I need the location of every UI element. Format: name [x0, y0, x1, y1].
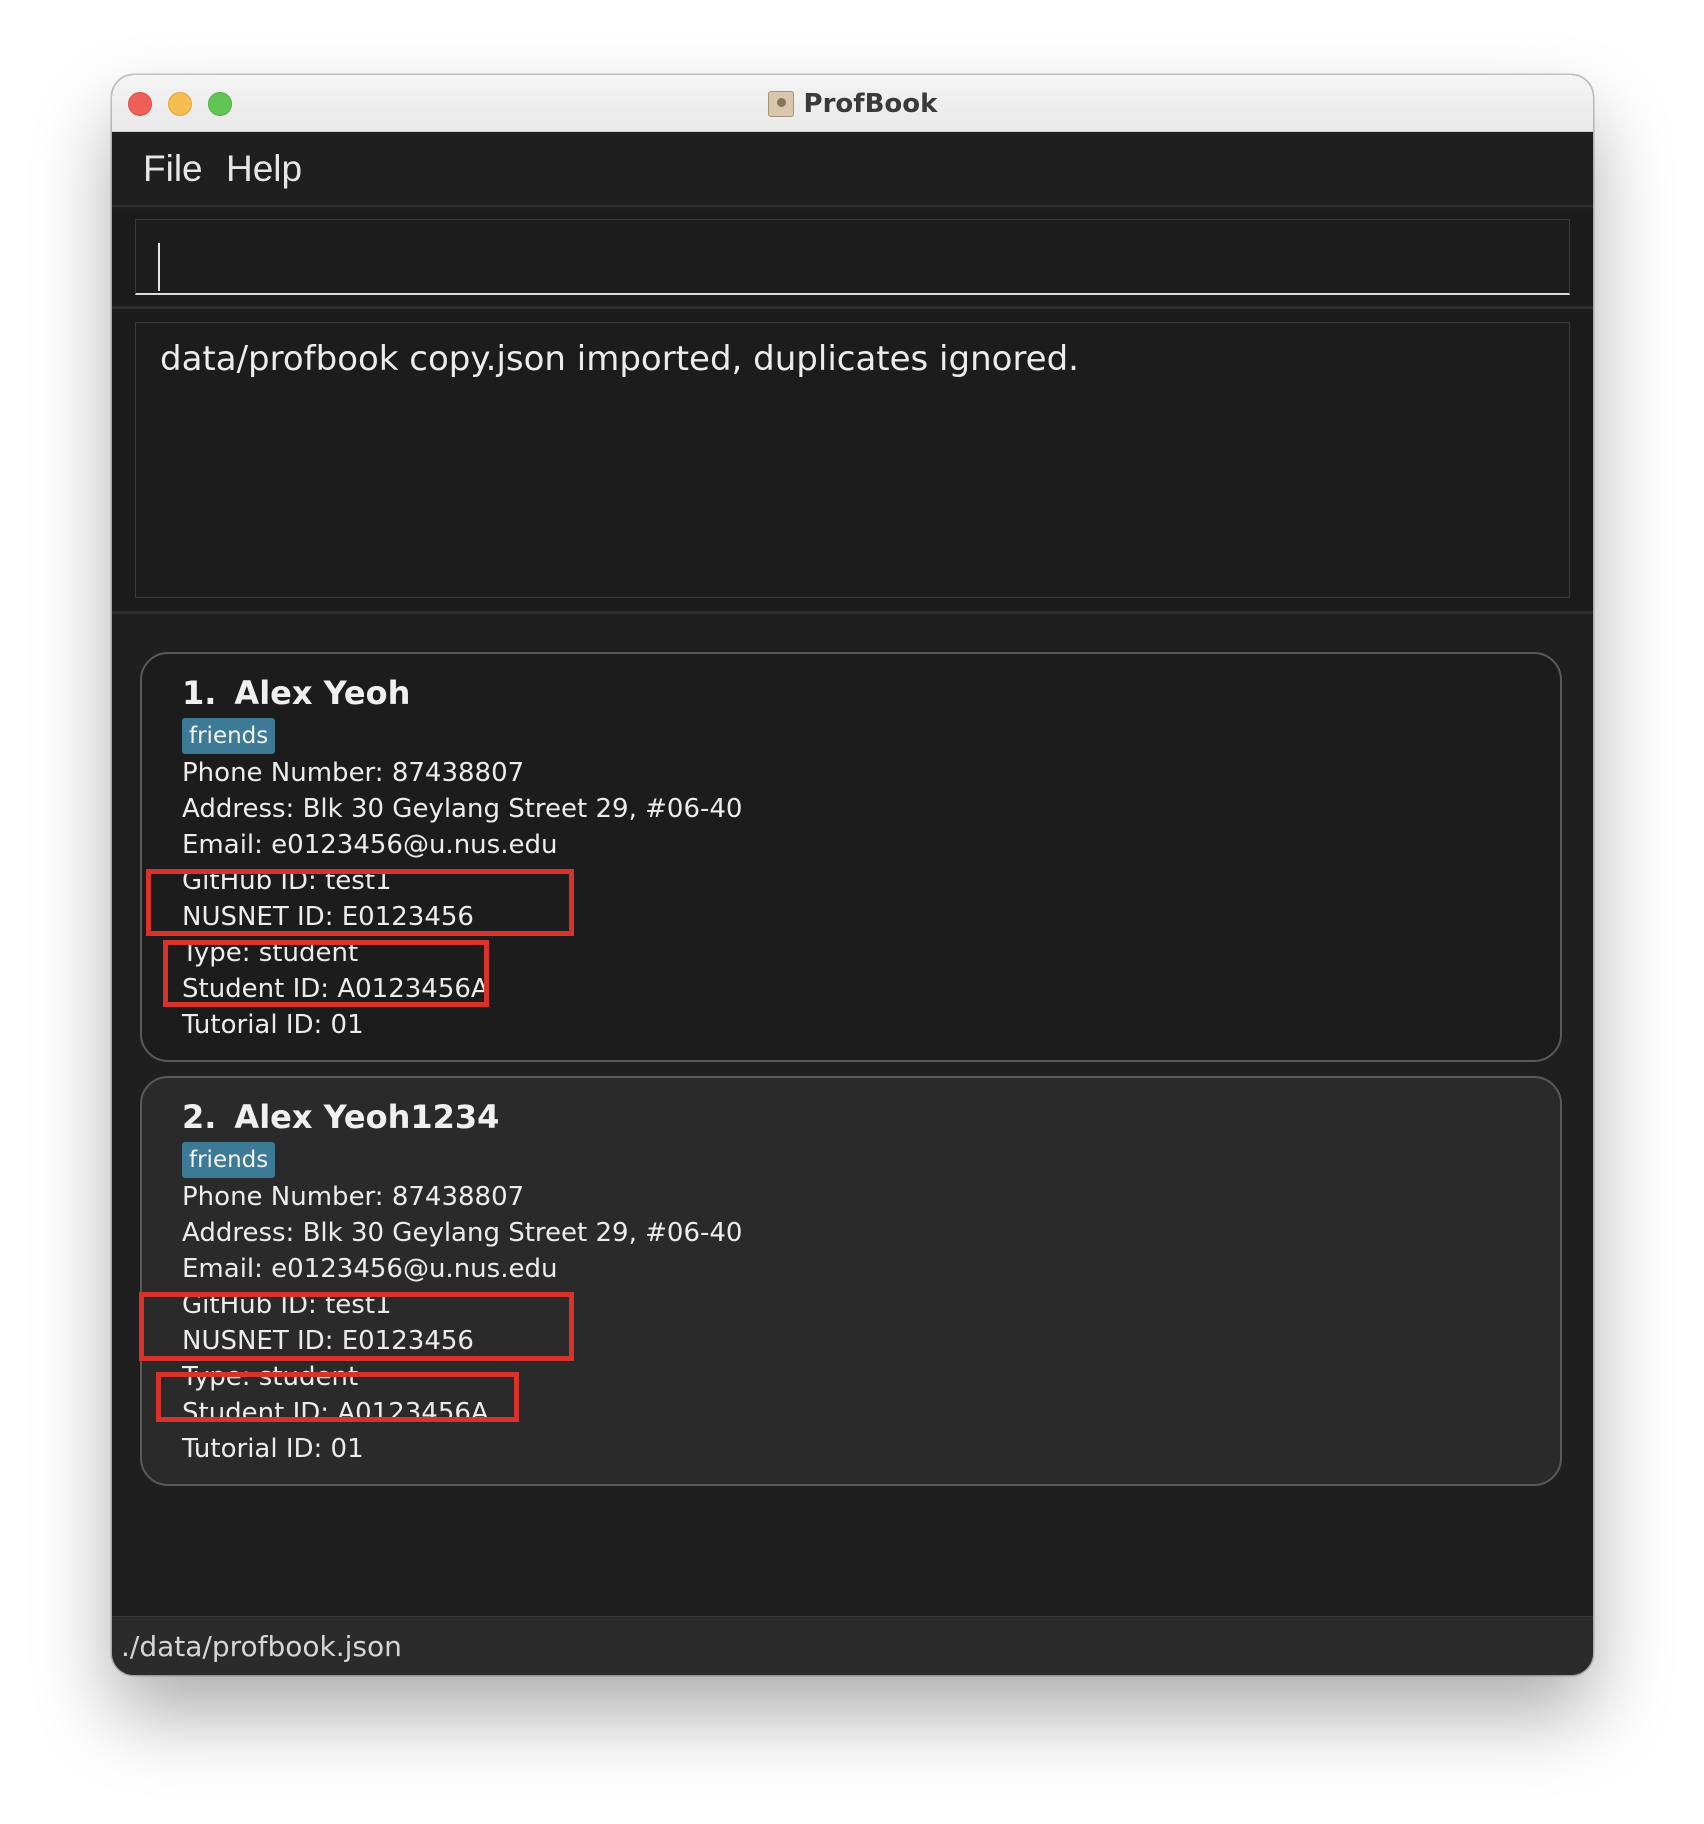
person-index: 2. [182, 1098, 217, 1136]
tutorial-id-field: Tutorial ID: 01 [182, 1010, 364, 1040]
status-bar: ./data/profbook.json [112, 1616, 1593, 1675]
person-list[interactable]: 1. Alex Yeoh friends Phone Number: 87438… [112, 617, 1593, 1617]
person-name: Alex Yeoh [234, 674, 411, 712]
person-card[interactable]: 2. Alex Yeoh1234 friends Phone Number: 8… [140, 1076, 1562, 1486]
phone-field: Phone Number: 87438807 [182, 758, 525, 788]
menu-bar: File Help [112, 132, 1593, 207]
tag-badge: friends [182, 1142, 276, 1178]
result-message: data/profbook copy.json imported, duplic… [160, 339, 1079, 379]
person-name: Alex Yeoh1234 [234, 1098, 500, 1136]
title-group: ProfBook [112, 75, 1593, 132]
command-box-area [112, 209, 1593, 309]
window-title: ProfBook [803, 88, 938, 119]
command-input[interactable] [135, 219, 1570, 295]
person-index: 1. [182, 674, 217, 712]
tag-badge: friends [182, 718, 276, 754]
person-card-title: 1. Alex Yeoh [182, 674, 410, 712]
tutorial-id-field: Tutorial ID: 01 [182, 1434, 364, 1464]
highlight-box-email-2 [139, 1292, 574, 1361]
highlight-box-nusnet-1 [163, 940, 489, 1007]
save-file-path: ./data/profbook.json [121, 1630, 402, 1663]
result-display-area: data/profbook copy.json imported, duplic… [112, 312, 1593, 614]
app-window: ProfBook File Help data/profbook copy.js… [112, 75, 1593, 1675]
address-field: Address: Blk 30 Geylang Street 29, #06-4… [182, 794, 743, 824]
email-field: Email: e0123456@u.nus.edu [182, 1254, 558, 1284]
menu-help[interactable]: Help [226, 148, 302, 190]
email-field: Email: e0123456@u.nus.edu [182, 830, 558, 860]
menu-file[interactable]: File [143, 148, 203, 190]
text-cursor [158, 243, 160, 291]
app-icon [767, 90, 794, 117]
phone-field: Phone Number: 87438807 [182, 1182, 525, 1212]
highlight-box-email-1 [146, 869, 574, 936]
person-card-title: 2. Alex Yeoh1234 [182, 1098, 499, 1136]
highlight-box-nusnet-2 [156, 1372, 519, 1422]
result-display: data/profbook copy.json imported, duplic… [135, 322, 1570, 598]
title-bar: ProfBook [112, 75, 1593, 132]
address-field: Address: Blk 30 Geylang Street 29, #06-4… [182, 1218, 743, 1248]
